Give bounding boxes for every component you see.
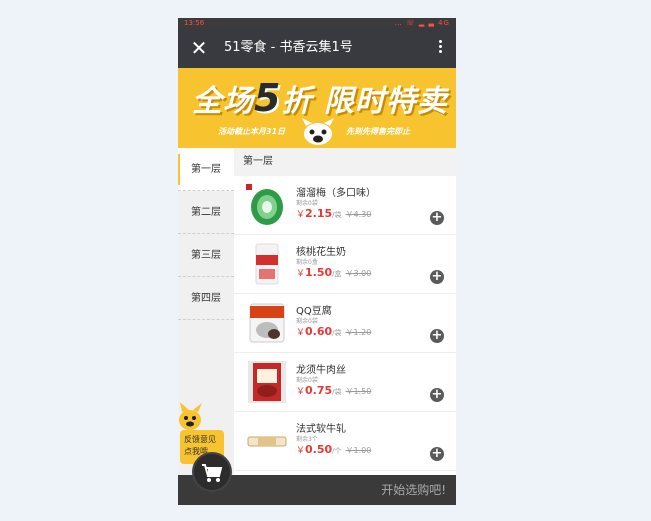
add-to-cart-button[interactable]: + [430,270,444,284]
product-name: 法式软牛轧 [296,424,346,435]
add-to-cart-button[interactable]: + [430,388,444,402]
banner-headline-b: 折 限时特卖 [281,84,448,119]
feedback-line-1: 反馈意见 [184,435,216,444]
product-stock: 剩余3个 [296,436,318,443]
add-to-cart-button[interactable]: + [430,447,444,461]
section-title: 第一层 [234,148,456,176]
nav-item-floor-2[interactable]: 第二层 [178,191,234,234]
product-stock: 剩余0盒 [296,259,318,266]
nav-item-floor-1[interactable]: 第一层 [178,148,234,191]
qq-tofu-thumbnail [249,303,285,343]
close-icon[interactable]: ✕ [188,37,210,59]
product-item[interactable]: 核桃花生奶 剩余0盒 ￥1.50/盒 ￥3.00 + [234,235,456,294]
nav-item-floor-4[interactable]: 第四层 [178,277,234,320]
title-bar: ✕ 51零食 - 书香云集1号 [178,28,456,68]
cart-button[interactable] [192,452,232,492]
product-name: 溜溜梅（多口味） [296,188,376,199]
banner-headline-five: 5 [254,76,282,120]
banner-deadline-text: 活动截止本月31日 [218,127,286,136]
product-price: ￥0.50/个 ￥1.00 [296,443,372,456]
status-icons: … ☏ ▂ ▃ 4G [394,19,450,27]
page-title: 51零食 - 书香云集1号 [224,40,353,55]
plum-snack-thumbnail [246,184,283,225]
banner-first-come-text: 先到先得售完即止 [346,127,410,136]
more-options-icon[interactable] [436,38,444,58]
add-to-cart-button[interactable]: + [430,211,444,225]
product-name: QQ豆腐 [296,306,332,317]
product-list: 第一层 溜溜梅（多口味） 剩余0袋 ￥2.15/袋 ￥4.30 + 核桃花生奶 剩… [234,148,456,475]
product-item[interactable]: QQ豆腐 剩余0袋 ￥0.60/袋 ￥1.20 + [234,294,456,353]
product-stock: 剩余0袋 [296,377,318,384]
nougat-thumbnail [247,436,287,447]
product-item[interactable]: 溜溜梅（多口味） 剩余0袋 ￥2.15/袋 ￥4.30 + [234,176,456,235]
add-to-cart-button[interactable]: + [430,329,444,343]
pig-mascot-icon [302,118,334,145]
product-price: ￥2.15/袋 ￥4.30 [296,207,372,220]
banner-headline-a: 全场 [192,84,254,119]
product-item[interactable]: 龙须牛肉丝 剩余0袋 ￥0.75/袋 ￥1.50 + [234,353,456,412]
start-shopping-text[interactable]: 开始选购吧! [381,475,446,505]
product-stock: 剩余0袋 [296,200,318,207]
product-price: ￥1.50/盒 ￥3.00 [296,266,372,279]
pig-mascot-icon [179,402,202,430]
phone-screen: 13:56 … ☏ ▂ ▃ 4G ✕ 51零食 - 书香云集1号 全场5折 限时… [178,18,456,505]
status-bar: 13:56 … ☏ ▂ ▃ 4G [178,18,456,28]
shopping-cart-icon [202,464,223,482]
walnut-milk-thumbnail [255,243,279,285]
promo-banner[interactable]: 全场5折 限时特卖 活动截止本月31日 先到先得售完即止 [178,68,456,148]
beef-floss-thumbnail [248,361,286,403]
product-price: ￥0.75/袋 ￥1.50 [296,384,372,397]
product-name: 核桃花生奶 [296,247,346,258]
product-name: 龙须牛肉丝 [296,365,346,376]
product-item[interactable]: 法式软牛轧 剩余3个 ￥0.50/个 ￥1.00 + [234,412,456,471]
banner-headline: 全场5折 限时特卖 [192,76,448,120]
status-time: 13:56 [184,19,205,27]
nav-item-floor-3[interactable]: 第三层 [178,234,234,277]
product-price: ￥0.60/袋 ￥1.20 [296,325,372,338]
product-stock: 剩余0袋 [296,318,318,325]
